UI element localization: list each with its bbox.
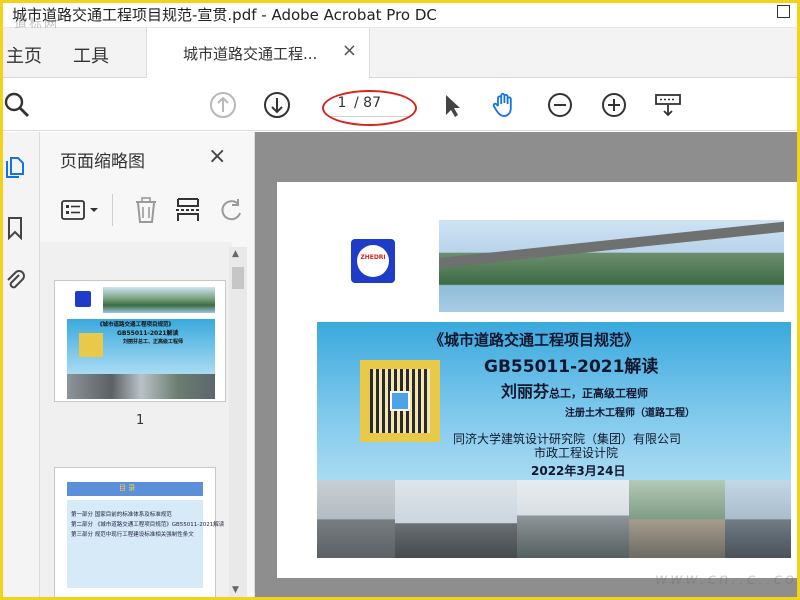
logo-text: ZHEDRI (360, 254, 386, 261)
thumb-qr (79, 333, 103, 357)
thumb-banner: 《城市道路交通工程项目规范》 GB55011-2021解读 刘丽芬总工、正高级工… (67, 319, 215, 374)
delete-page-icon[interactable] (133, 196, 159, 224)
author-role: 总工，正高级工程师 (549, 387, 649, 400)
page-gap (277, 132, 800, 182)
street-photo (517, 480, 629, 558)
left-navigation-strip (0, 132, 40, 600)
bottom-watermark: www.cn..c..com (655, 570, 800, 588)
scroll-down-arrow-icon[interactable]: ▼ (232, 585, 239, 595)
document-subtitle: GB55011-2021解读 (484, 357, 659, 377)
page-thumbnails-icon[interactable] (4, 156, 26, 180)
thumb-title: 《城市道路交通工程项目规范》 (97, 322, 175, 328)
thumbnail-scrollbar[interactable]: ▲ ▼ (229, 247, 247, 600)
tab-bar: 主页 工具 城市道路交通工程... × (0, 28, 800, 78)
organization-line-2: 市政工程设计院 (534, 446, 619, 460)
thumbnail-page-label: 1 (136, 413, 145, 428)
author-certification: 注册土木工程师（道路工程） (565, 408, 695, 419)
bookmarks-icon[interactable] (4, 216, 26, 240)
logo-inner (357, 245, 389, 277)
title-banner: 《城市道路交通工程项目规范》 GB55011-2021解读 刘丽芬总工，正高级工… (317, 322, 791, 480)
street-photo (725, 480, 791, 558)
street-photo-strip (317, 480, 791, 558)
search-icon[interactable] (3, 91, 31, 119)
document-title: 《城市道路交通工程项目规范》 (429, 331, 640, 349)
tab-tools[interactable]: 工具 (73, 42, 109, 68)
thumb-street-photos (67, 374, 215, 399)
toolbar-divider (112, 194, 113, 226)
thumb-author: 刘丽芬总工、正高级工程师 (123, 339, 184, 345)
tab-close-icon[interactable]: × (342, 40, 357, 61)
thumbnail-page-1[interactable]: 《城市道路交通工程项目规范》 GB55011-2021解读 刘丽芬总工、正高级工… (54, 280, 226, 402)
thumbnail-list: 《城市道路交通工程项目规范》 GB55011-2021解读 刘丽芬总工、正高级工… (40, 242, 232, 600)
panel-title: 页面缩略图 (60, 152, 145, 172)
document-view: ZHEDRI 《城市道路交通工程项目规范》 GB55011-2021解读 刘丽芬… (255, 132, 800, 600)
presentation-date: 2022年3月24日 (531, 464, 626, 478)
scrollbar-thumb[interactable] (232, 267, 244, 289)
pdf-page-1: ZHEDRI 《城市道路交通工程项目规范》 GB55011-2021解读 刘丽芬… (277, 182, 800, 578)
street-photo (395, 480, 517, 558)
thumb-logo (75, 291, 91, 307)
thumb2-line: 第二部分 《城市道路交通工程项目规范》GB55011-2021解读 (71, 522, 225, 528)
zoom-in-icon[interactable] (600, 91, 628, 119)
author-line: 刘丽芬总工，正高级工程师 (501, 378, 648, 402)
zoom-out-icon[interactable] (546, 91, 574, 119)
panel-close-icon[interactable]: × (208, 144, 226, 169)
page-display-icon[interactable] (654, 91, 682, 119)
thumb2-line: 第一部分 国家目前的标准体系及标准规范 (71, 512, 172, 518)
title-bar: 城市道路交通工程项目规范-宣贯.pdf - Adobe Acrobat Pro … (0, 0, 800, 32)
qr-center (390, 391, 410, 411)
window-title: 城市道路交通工程项目规范-宣贯.pdf - Adobe Acrobat Pro … (12, 6, 437, 24)
scroll-up-arrow-icon[interactable]: ▲ (232, 249, 239, 259)
thumb2-header: 目 录 (119, 484, 136, 492)
qr-code-image (360, 360, 440, 442)
thumb2-header-band: 目 录 (67, 482, 203, 496)
tab-home[interactable]: 主页 (6, 42, 42, 68)
elevated-road (439, 220, 784, 268)
thumbnail-toolbar (40, 188, 255, 232)
tab-document[interactable]: 城市道路交通工程... × (146, 28, 370, 78)
street-photo (629, 480, 725, 558)
institute-logo: ZHEDRI (351, 239, 395, 283)
page-thumbnails-panel: 页面缩略图 × 《城市道路交通工程项目规范》 GB55011-2021解读 刘丽… (40, 132, 255, 600)
author-name: 刘丽芬 (501, 382, 550, 401)
attachments-icon[interactable] (4, 268, 26, 292)
rotate-page-icon[interactable] (218, 196, 244, 224)
page-number-highlight-annotation (322, 90, 417, 126)
thumbnail-page-2[interactable]: 目 录 第一部分 国家目前的标准体系及标准规范 第二部分 《城市道路交通工程项目… (54, 467, 224, 600)
extract-pages-icon[interactable] (175, 196, 201, 224)
aerial-road-photo (439, 220, 784, 312)
thumb-aerial-photo (103, 287, 215, 313)
thumb2-line: 第三部分 规范中现行工程建设标准相关强制性条文 (71, 532, 194, 538)
thumbnail-options-icon[interactable] (60, 198, 104, 222)
street-photo (317, 480, 395, 558)
hand-tool-icon[interactable] (490, 91, 518, 119)
select-tool-icon[interactable] (438, 91, 466, 119)
previous-page-icon[interactable] (209, 91, 237, 119)
maximize-button[interactable] (777, 5, 790, 18)
tab-document-label: 城市道路交通工程... (183, 45, 318, 63)
thumb-subtitle: GB55011-2021解读 (117, 330, 179, 337)
next-page-icon[interactable] (263, 91, 291, 119)
thumb2-content: 第一部分 国家目前的标准体系及标准规范 第二部分 《城市道路交通工程项目规范》G… (67, 500, 224, 588)
